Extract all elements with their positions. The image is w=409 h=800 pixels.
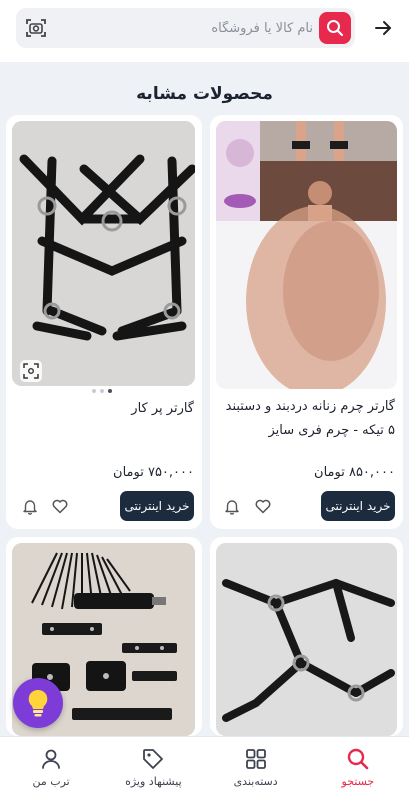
camera-scan-icon [23, 363, 39, 379]
nav-label: پیشنهاد ویژه [125, 775, 182, 788]
heart-icon [52, 499, 68, 514]
bell-icon [23, 500, 37, 515]
nav-label: دسته‌بندی [233, 775, 278, 788]
lightbulb-icon [28, 689, 48, 717]
nav-item-search[interactable]: جستجو [307, 737, 409, 800]
pagination-dot [92, 389, 96, 393]
camera-search-button[interactable] [24, 16, 48, 40]
pagination-dot [100, 389, 104, 393]
nav-item-my-torob[interactable]: ترب من [0, 737, 102, 800]
buy-online-button[interactable]: خرید اینترنتی [321, 491, 395, 521]
bell-icon [225, 500, 239, 515]
product-title[interactable]: گارتر پر کار [18, 397, 194, 421]
product-image[interactable] [216, 543, 397, 736]
product-image[interactable] [12, 121, 195, 386]
buy-online-button[interactable]: خرید اینترنتی [120, 491, 194, 521]
tips-button[interactable] [13, 678, 63, 728]
visual-search-button[interactable] [20, 360, 42, 382]
product-card[interactable]: گارتر چرم زنانه دردبند و دستبند ۵ تیکه -… [210, 115, 403, 529]
product-title[interactable]: گارتر چرم زنانه دردبند و دستبند ۵ تیکه -… [219, 395, 395, 443]
search-bar[interactable] [16, 8, 355, 48]
camera-scan-icon [26, 19, 46, 37]
price-alert-button[interactable] [222, 496, 242, 516]
search-icon [347, 748, 369, 770]
product-image[interactable] [216, 121, 397, 389]
favorite-button[interactable] [253, 496, 273, 516]
top-bar [0, 0, 409, 62]
heart-icon [255, 499, 271, 514]
grid-icon [245, 749, 266, 769]
product-photo [216, 121, 397, 389]
nav-label: جستجو [341, 775, 375, 788]
nav-label: ترب من [32, 775, 70, 788]
search-input[interactable] [73, 8, 313, 48]
bottom-navigation: جستجو دسته‌بندی پیشنهاد ویژه ترب من [0, 736, 409, 800]
user-icon [42, 749, 61, 769]
product-price: ۷۵۰,۰۰۰ تومان [113, 465, 194, 480]
section-title: محصولات مشابه [136, 84, 273, 104]
price-alert-button[interactable] [20, 496, 40, 516]
back-button[interactable] [369, 14, 397, 42]
image-pagination-dots [92, 389, 112, 393]
arrow-right-icon [375, 21, 391, 35]
product-photo [216, 543, 397, 736]
product-card[interactable]: گارتر پر کار ۷۵۰,۰۰۰ تومان خرید اینترنتی [6, 115, 202, 529]
search-button[interactable] [319, 12, 351, 44]
nav-item-special-offers[interactable]: پیشنهاد ویژه [102, 737, 204, 800]
product-price: ۸۵۰,۰۰۰ تومان [314, 465, 395, 480]
favorite-button[interactable] [50, 496, 70, 516]
nav-item-categories[interactable]: دسته‌بندی [205, 737, 307, 800]
product-card[interactable] [210, 537, 403, 736]
pagination-dot-active [108, 389, 112, 393]
product-photo [12, 121, 195, 386]
tag-icon [143, 749, 164, 769]
search-icon [327, 20, 344, 37]
